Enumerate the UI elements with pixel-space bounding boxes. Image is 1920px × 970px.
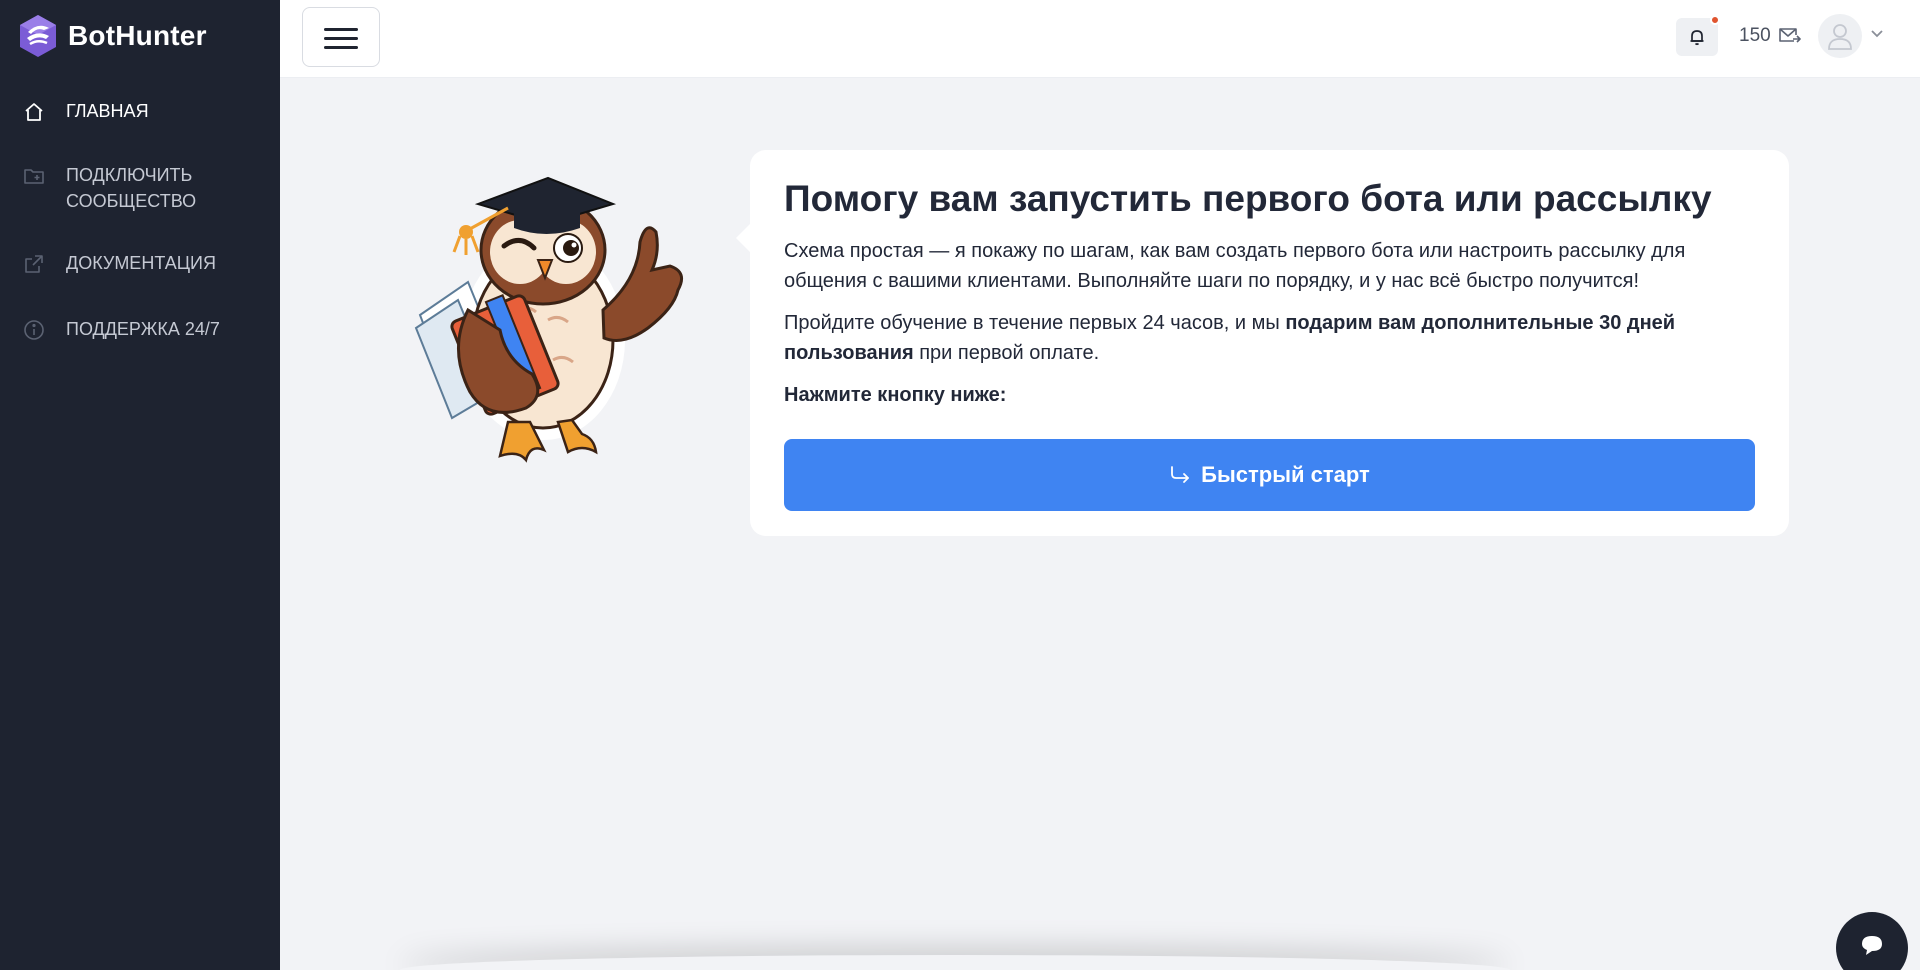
bothunter-logo-icon (20, 15, 56, 57)
menu-toggle-button[interactable] (302, 7, 380, 67)
home-icon (25, 103, 43, 121)
topbar: 150 (280, 0, 1920, 78)
sidebar-item-home[interactable]: ГЛАВНАЯ (0, 98, 171, 124)
bottom-panel-edge (400, 955, 1510, 970)
onboarding-card: Помогу вам запустить первого бота или ра… (750, 150, 1789, 536)
mail-send-icon (1778, 28, 1801, 43)
sidebar-item-label: ПОДДЕРЖКА 24/7 (66, 319, 220, 339)
chevron-down-icon[interactable] (1870, 29, 1884, 39)
card-call-to-action: Нажмите кнопку ниже: (784, 384, 1007, 406)
notifications-button[interactable] (1676, 15, 1720, 56)
card-title: Помогу вам запустить первого бота или ра… (784, 178, 1712, 219)
credits-count: 150 (1739, 25, 1771, 46)
brand-name: BotHunter (68, 20, 207, 51)
notification-badge (1710, 15, 1720, 25)
sidebar-item-support[interactable]: ПОДДЕРЖКА 24/7 (0, 316, 242, 342)
user-avatar[interactable] (1818, 14, 1862, 58)
bell-icon (1690, 30, 1704, 46)
chat-bubble-icon (1862, 936, 1882, 955)
folder-plus-icon (24, 169, 44, 184)
card-offer-text: Пройдите обучение в течение первых 24 ча… (784, 308, 1764, 368)
user-icon (1828, 24, 1852, 50)
external-link-icon (25, 255, 43, 273)
hamburger-line (324, 46, 358, 49)
hamburger-line (324, 37, 358, 40)
quick-start-label: Быстрый старт (1201, 462, 1370, 487)
quick-start-button[interactable]: Быстрый старт (784, 439, 1755, 511)
brand[interactable]: BotHunter (18, 14, 207, 58)
offer-text-end: при первой оплате. (913, 342, 1100, 364)
chat-widget-button[interactable] (1836, 912, 1908, 970)
sidebar-item-connect-community[interactable]: ПОДКЛЮЧИТЬ СООБЩЕСТВО (0, 162, 238, 214)
info-icon (24, 320, 44, 340)
arrow-turn-right-icon (1171, 466, 1190, 483)
offer-text-start: Пройдите обучение в течение первых 24 ча… (784, 312, 1286, 334)
sidebar-item-label: ДОКУМЕНТАЦИЯ (66, 253, 216, 273)
sidebar-item-documentation[interactable]: ДОКУМЕНТАЦИЯ (0, 250, 238, 276)
card-description: Схема простая — я покажу по шагам, как в… (784, 240, 1686, 292)
sidebar: BotHunter ГЛАВНАЯ ПОДКЛЮЧИТЬ СООБЩЕСТВО … (0, 0, 280, 970)
hamburger-line (324, 28, 358, 31)
sidebar-item-label: ПОДКЛЮЧИТЬ СООБЩЕСТВО (66, 165, 197, 211)
owl-mascot-illustration (414, 176, 684, 463)
sidebar-item-label: ГЛАВНАЯ (66, 101, 149, 121)
message-credits[interactable]: 150 (1739, 25, 1801, 47)
